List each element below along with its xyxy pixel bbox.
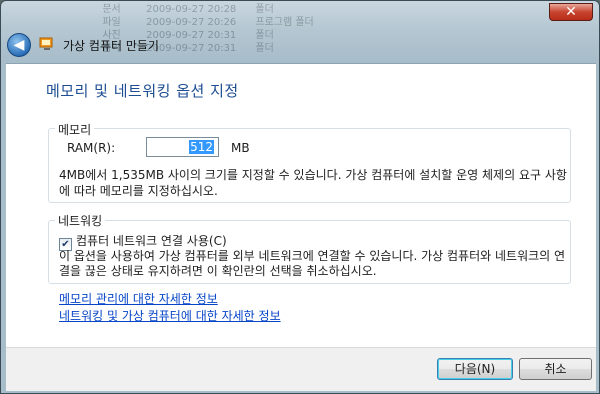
network-checkbox-label: 컴퓨터 네트워크 연결 사용(C) — [76, 234, 227, 248]
next-button[interactable]: 다음(N) — [437, 358, 513, 380]
ram-unit: MB — [231, 141, 250, 155]
network-group-label: 네트워킹 — [55, 212, 106, 229]
dialog-window: 문서 2009-09-27 20:28 폴더 파일 2009-09-27 20:… — [0, 0, 600, 394]
network-description: 이 옵션을 사용하여 가상 컴퓨터를 외부 네트워크에 연결할 수 있습니다. … — [59, 249, 566, 278]
memory-group-label: 메모리 — [55, 121, 95, 138]
background-window-text: 문서 2009-09-27 20:28 폴더 파일 2009-09-27 20:… — [102, 4, 314, 54]
ram-label: RAM(R): — [67, 141, 116, 155]
back-button[interactable]: ◀ — [7, 33, 31, 57]
page-heading: 메모리 및 네트워킹 옵션 지정 — [46, 82, 239, 100]
network-info-link[interactable]: 네트워킹 및 가상 컴퓨터에 대한 자세한 정보 — [59, 307, 281, 324]
ram-input[interactable]: 512 — [146, 137, 219, 157]
memory-description: 4MB에서 1,535MB 사이의 크기를 지정할 수 있습니다. 가상 컴퓨터… — [59, 168, 567, 198]
ram-value: 512 — [189, 140, 214, 154]
close-button[interactable]: ✕ — [549, 3, 593, 21]
virtual-pc-icon — [39, 37, 53, 50]
cancel-button[interactable]: 취소 — [519, 358, 592, 380]
window-title: 가상 컴퓨터 만들기 — [63, 39, 159, 53]
memory-info-link[interactable]: 메모리 관리에 대한 자세한 정보 — [59, 290, 218, 307]
